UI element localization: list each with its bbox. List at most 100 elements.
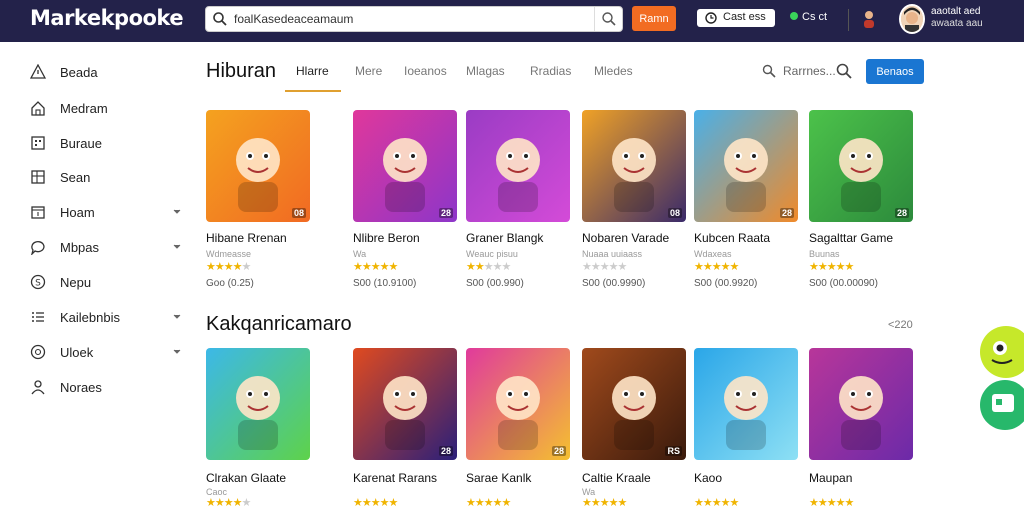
game-thumbnail[interactable] bbox=[809, 348, 913, 460]
sidebar-item-label: Beada bbox=[60, 65, 98, 80]
game-title[interactable]: Kubcen Raata bbox=[694, 231, 770, 245]
avatar[interactable] bbox=[899, 4, 925, 34]
game-title[interactable]: Nlibre Beron bbox=[353, 231, 420, 245]
rating-stars: ★★★★★ bbox=[694, 497, 739, 509]
game-thumbnail[interactable]: 28 bbox=[353, 110, 457, 222]
sidebar-item-4[interactable]: Hoam bbox=[30, 202, 190, 224]
app-logo[interactable]: Markekpooke bbox=[30, 6, 184, 30]
chevron-down-icon[interactable] bbox=[172, 207, 182, 217]
game-thumbnail[interactable]: 28 bbox=[353, 348, 457, 460]
game-price: S00 (00.00090) bbox=[809, 278, 878, 289]
action-button[interactable]: Benaos bbox=[866, 59, 924, 84]
rating-stars: ★★★★★ bbox=[809, 497, 854, 509]
game-thumbnail[interactable]: RS bbox=[582, 348, 686, 460]
sidebar-item-label: Kailebnbis bbox=[60, 310, 120, 325]
sidebar-item-label: Uloek bbox=[60, 345, 94, 360]
status-indicator[interactable]: Cs ct bbox=[790, 11, 827, 23]
balance-chip[interactable]: Cast ess bbox=[697, 9, 775, 27]
game-title[interactable]: Hibane Rrenan bbox=[206, 231, 287, 245]
game-title[interactable]: Maupan bbox=[809, 471, 852, 485]
game-title[interactable]: Kaoo bbox=[694, 471, 722, 485]
sidebar-item-9[interactable]: Noraes bbox=[30, 377, 190, 399]
clock-icon bbox=[705, 12, 717, 24]
balance-text: Cast ess bbox=[723, 11, 766, 23]
sidebar-item-label: Noraes bbox=[60, 380, 102, 395]
tab-3[interactable]: Mlagas bbox=[466, 64, 505, 92]
search-box[interactable] bbox=[205, 6, 623, 32]
rating-stars: ★★★★★ bbox=[353, 261, 398, 273]
filter-label[interactable]: Rarrnes... bbox=[783, 64, 836, 78]
top-bar: Markekpooke Ramn Cast ess Cs ct aaotalt … bbox=[0, 0, 1024, 42]
sidebar-item-2[interactable]: Buraue bbox=[30, 133, 190, 155]
tab-0[interactable]: Hlarre bbox=[296, 64, 329, 92]
search-icon[interactable] bbox=[836, 63, 852, 84]
box-icon bbox=[31, 170, 45, 184]
chat-bot-icon[interactable] bbox=[980, 326, 1024, 378]
sidebar-item-5[interactable]: Mbpas bbox=[30, 237, 190, 259]
game-thumbnail[interactable]: 08 bbox=[206, 110, 310, 222]
game-title[interactable]: Nobaren Varade bbox=[582, 231, 669, 245]
game-badge: 28 bbox=[779, 208, 794, 218]
chevron-down-icon[interactable] bbox=[172, 242, 182, 252]
rating-stars: ★★★★★ bbox=[582, 497, 627, 509]
search-icon[interactable] bbox=[762, 64, 776, 83]
rating-stars: ★★★★★ bbox=[582, 261, 627, 273]
game-thumbnail[interactable]: 28 bbox=[466, 348, 570, 460]
game-subtitle: Wdaxeas bbox=[694, 249, 732, 259]
user-name: aaotalt aed bbox=[931, 6, 981, 17]
game-title[interactable]: Caltie Kraale bbox=[582, 471, 651, 485]
game-title[interactable]: Graner Blangk bbox=[466, 231, 543, 245]
game-badge: 08 bbox=[291, 208, 306, 218]
list-icon bbox=[32, 312, 44, 322]
game-title[interactable]: Clrakan Glaate bbox=[206, 471, 286, 485]
game-title[interactable]: Sarae Kanlk bbox=[466, 471, 531, 485]
game-badge: 28 bbox=[438, 446, 453, 456]
game-price: S00 (00.9920) bbox=[694, 278, 758, 289]
game-price: S00 (00.9990) bbox=[582, 278, 646, 289]
sidebar-item-6[interactable]: S Nepu bbox=[30, 272, 190, 294]
game-badge: 08 bbox=[667, 208, 682, 218]
sidebar-item-label: Buraue bbox=[60, 136, 102, 151]
game-title[interactable]: Sagalttar Game bbox=[809, 231, 893, 245]
tab-4[interactable]: Rradias bbox=[530, 64, 571, 92]
tab-5[interactable]: Mledes bbox=[594, 64, 633, 92]
game-thumbnail[interactable]: 28 bbox=[809, 110, 913, 222]
rating-stars: ★★★★★ bbox=[206, 261, 251, 273]
chevron-down-icon[interactable] bbox=[172, 312, 182, 322]
sidebar-item-7[interactable]: Kailebnbis bbox=[30, 307, 190, 329]
tab-2[interactable]: Ioeanos bbox=[404, 64, 447, 92]
game-thumbnail[interactable]: 28 bbox=[694, 110, 798, 222]
sidebar-item-1[interactable]: Medram bbox=[30, 98, 190, 120]
game-price: Goo (0.25) bbox=[206, 278, 254, 289]
search-submit-icon[interactable] bbox=[594, 7, 622, 31]
active-tab-indicator bbox=[285, 90, 341, 92]
game-subtitle: Buunas bbox=[809, 249, 840, 259]
sidebar-item-8[interactable]: Uloek bbox=[30, 342, 190, 364]
sidebar-item-0[interactable]: Beada bbox=[30, 62, 190, 84]
section-count[interactable]: <220 bbox=[888, 319, 913, 331]
grid-icon bbox=[31, 136, 45, 150]
sidebar: Beada Medram Buraue Sean Hoam Mbpas S Ne… bbox=[0, 42, 190, 512]
search-icon bbox=[212, 11, 228, 27]
section-title: Kakqanricamaro bbox=[206, 313, 352, 335]
game-badge: 28 bbox=[438, 208, 453, 218]
game-thumbnail[interactable] bbox=[206, 348, 310, 460]
status-text: Cs ct bbox=[802, 11, 828, 23]
rating-stars: ★★★★★ bbox=[206, 497, 251, 509]
person-icon[interactable] bbox=[862, 10, 876, 28]
game-thumbnail[interactable]: 08 bbox=[582, 110, 686, 222]
sidebar-item-label: Hoam bbox=[60, 205, 95, 220]
topbar-divider bbox=[848, 9, 849, 31]
game-badge: RS bbox=[665, 446, 682, 456]
sidebar-item-3[interactable]: Sean bbox=[30, 167, 190, 189]
game-thumbnail[interactable] bbox=[694, 348, 798, 460]
game-title[interactable]: Karenat Rarans bbox=[353, 471, 437, 485]
search-button[interactable]: Ramn bbox=[632, 6, 676, 31]
chevron-down-icon[interactable] bbox=[172, 347, 182, 357]
tab-1[interactable]: Mere bbox=[355, 64, 382, 92]
circle-icon bbox=[30, 344, 46, 360]
rating-stars: ★★★★★ bbox=[809, 261, 854, 273]
game-thumbnail[interactable] bbox=[466, 110, 570, 222]
search-input[interactable] bbox=[234, 10, 594, 28]
help-icon[interactable] bbox=[980, 380, 1024, 430]
